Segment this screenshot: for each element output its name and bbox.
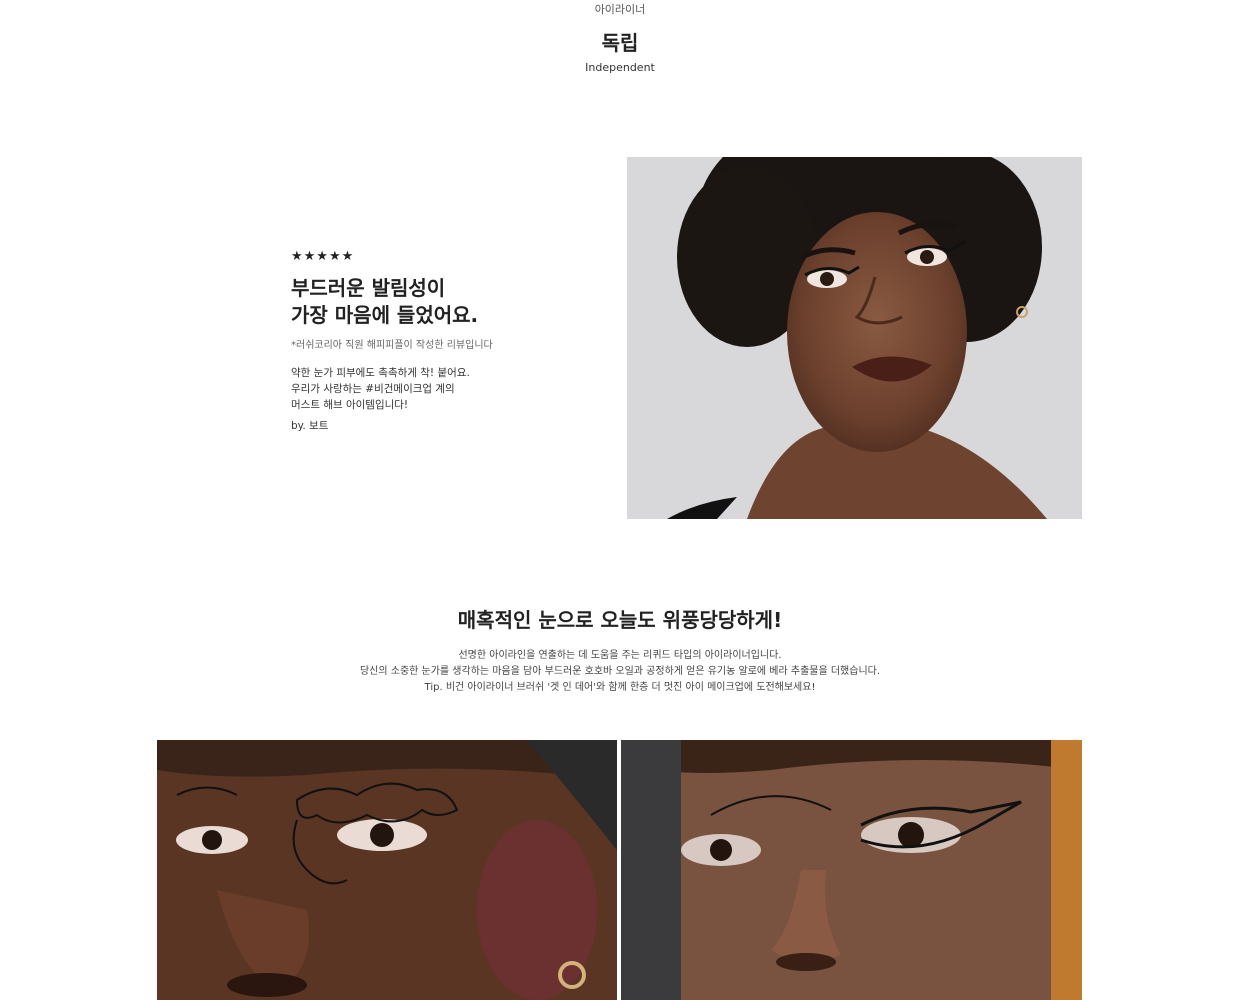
review-body-line: 약한 눈가 피부에도 촉촉하게 착! 붙어요. xyxy=(291,367,470,379)
feature-description: 선명한 아이라인을 연출하는 데 도움을 주는 리퀴드 타입의 아이라이너입니다… xyxy=(0,648,1240,696)
feature-description-line: Tip. 비건 아이라이너 브러쉬 '겟 인 데어'와 함께 한층 더 멋진 아… xyxy=(424,682,816,693)
eye-makeup-illustration-right xyxy=(621,740,1082,1000)
rating-stars: ★★★★★ xyxy=(291,249,355,264)
review-headline-line: 부드러운 발림성이 xyxy=(291,276,446,300)
feature-title: 매혹적인 눈으로 오늘도 위풍당당하게! xyxy=(457,608,783,632)
eye-makeup-image-right xyxy=(621,740,1082,1000)
category-label: 아이라이너 xyxy=(594,3,646,16)
feature-description-line: 당신의 소중한 눈가를 생각하는 마음을 담아 부드러운 호호바 오일과 공정하… xyxy=(359,666,881,677)
review-body-line: 우리가 사랑하는 #비건메이크업 계의 xyxy=(291,383,455,395)
model-portrait-image xyxy=(627,157,1082,519)
feature-description-line: 선명한 아이라인을 연출하는 데 도움을 주는 리퀴드 타입의 아이라이너입니다… xyxy=(458,650,782,661)
review-body-line: 머스트 해브 아이템입니다! xyxy=(291,399,409,411)
review-block: ★★★★★ 부드러운 발림성이 가장 마음에 들었어요. *러쉬코리아 직원 해… xyxy=(291,250,591,433)
review-note: *러쉬코리아 직원 해피피플이 작성한 리뷰입니다 xyxy=(291,340,493,351)
review-author: by. 보트 xyxy=(291,420,329,432)
eye-makeup-image-left xyxy=(157,740,617,1000)
product-subtitle: Independent xyxy=(585,61,655,74)
review-headline-line: 가장 마음에 들었어요. xyxy=(291,303,479,327)
review-body: 약한 눈가 피부에도 촉촉하게 착! 붙어요. 우리가 사랑하는 #비건메이크업… xyxy=(291,365,591,413)
portrait-illustration xyxy=(627,157,1082,519)
review-headline: 부드러운 발림성이 가장 마음에 들었어요. xyxy=(291,275,591,329)
product-title: 독립 xyxy=(601,31,639,55)
eye-makeup-illustration-left xyxy=(157,740,617,1000)
